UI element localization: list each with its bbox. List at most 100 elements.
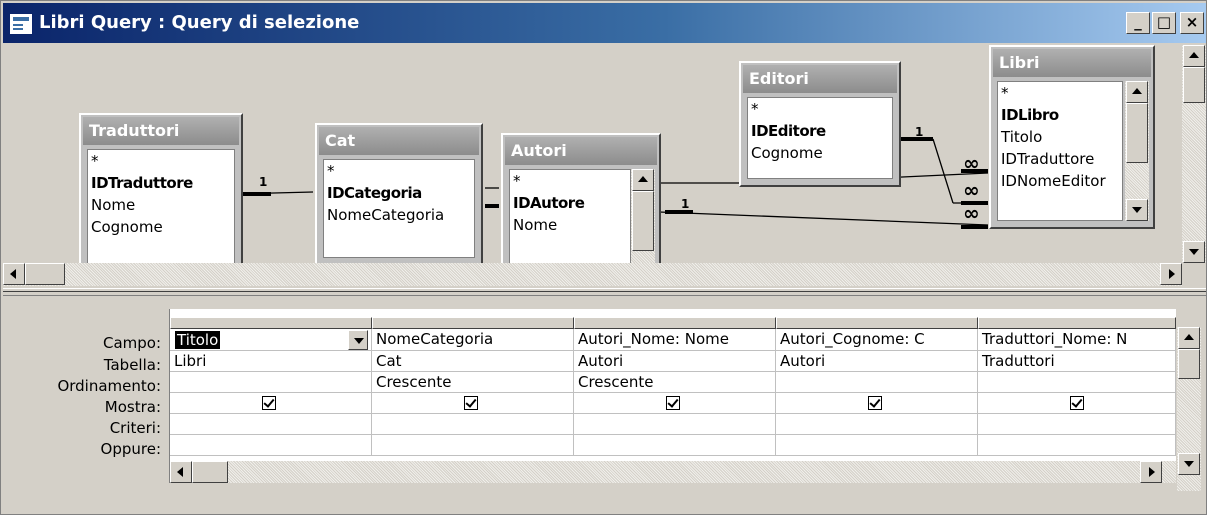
tabella-cell[interactable]: Autori	[776, 351, 978, 372]
criteri-cell[interactable]	[170, 414, 372, 435]
column-selector[interactable]	[978, 317, 1176, 329]
query-design-grid[interactable]: Campo: Tabella: Ordinamento: Mostra: Cri…	[3, 297, 1206, 514]
scroll-left-button[interactable]	[170, 461, 192, 483]
ordinamento-cell[interactable]: Crescente	[372, 372, 574, 393]
show-checkbox[interactable]	[464, 396, 478, 410]
close-button[interactable]: ×	[1180, 12, 1204, 34]
campo-cell[interactable]: Traduttori_Nome: N	[978, 329, 1176, 351]
tabella-cell[interactable]: Cat	[372, 351, 574, 372]
mostra-cell[interactable]	[170, 393, 372, 414]
scroll-thumb[interactable]	[1183, 67, 1205, 103]
scroll-left-button[interactable]	[3, 263, 25, 285]
campo-cell[interactable]: Autori_Cognome: C	[776, 329, 978, 351]
minimize-button[interactable]: _	[1126, 12, 1150, 34]
field-item-key[interactable]: IDLibro	[998, 104, 1122, 126]
column-selector[interactable]	[574, 317, 776, 329]
field-item[interactable]: *	[748, 98, 892, 120]
scroll-up-button[interactable]	[632, 169, 654, 191]
field-item[interactable]: Nome	[510, 214, 630, 236]
campo-dropdown-button[interactable]	[348, 330, 368, 350]
mostra-cell[interactable]	[372, 393, 574, 414]
table-libri[interactable]: Libri * IDLibro Titolo IDTraduttore IDNo…	[989, 45, 1155, 229]
show-checkbox[interactable]	[1070, 396, 1084, 410]
table-title[interactable]: Editori	[743, 65, 897, 93]
criteri-cell[interactable]	[776, 414, 978, 435]
table-autori[interactable]: Autori * IDAutore Nome	[501, 133, 661, 263]
field-list-scrollbar[interactable]	[631, 169, 655, 263]
scroll-down-button[interactable]	[1178, 453, 1200, 475]
campo-cell[interactable]: Titolo	[170, 329, 372, 351]
field-list[interactable]: * IDEditore Cognome	[747, 97, 893, 179]
campo-value-selected[interactable]: Titolo	[175, 331, 221, 349]
criteri-cell[interactable]	[978, 414, 1176, 435]
ordinamento-cell[interactable]	[776, 372, 978, 393]
scroll-right-button[interactable]	[1160, 263, 1182, 285]
oppure-cell[interactable]	[372, 435, 574, 456]
show-checkbox[interactable]	[666, 396, 680, 410]
tabella-cell[interactable]: Autori	[574, 351, 776, 372]
field-item[interactable]: *	[324, 160, 474, 182]
diagram-vertical-scrollbar[interactable]	[1182, 45, 1206, 263]
table-title[interactable]: Traduttori	[83, 117, 239, 145]
scroll-up-button[interactable]	[1178, 327, 1200, 349]
field-item[interactable]: IDTraduttore	[998, 148, 1122, 170]
criteri-cell[interactable]	[574, 414, 776, 435]
field-item[interactable]: Cognome	[88, 216, 234, 238]
column-selector[interactable]	[170, 317, 372, 329]
criteri-cell[interactable]	[372, 414, 574, 435]
pane-splitter[interactable]	[3, 288, 1206, 296]
diagram-horizontal-scrollbar[interactable]	[3, 263, 1182, 286]
table-title[interactable]: Autori	[505, 137, 657, 165]
oppure-cell[interactable]	[978, 435, 1176, 456]
scroll-thumb[interactable]	[25, 263, 65, 285]
scroll-thumb[interactable]	[1178, 349, 1200, 379]
mostra-cell[interactable]	[574, 393, 776, 414]
campo-cell[interactable]: NomeCategoria	[372, 329, 574, 351]
scroll-up-button[interactable]	[1126, 81, 1148, 103]
grid-columns[interactable]: Titolo Libri NomeCategoria Cat Crescente…	[169, 309, 1176, 483]
show-checkbox[interactable]	[262, 396, 276, 410]
scroll-down-button[interactable]	[1183, 241, 1205, 263]
mostra-cell[interactable]	[978, 393, 1176, 414]
ordinamento-cell[interactable]	[978, 372, 1176, 393]
ordinamento-cell[interactable]: Crescente	[574, 372, 776, 393]
grid-vertical-scrollbar[interactable]	[1177, 327, 1201, 491]
field-item[interactable]: Nome	[88, 194, 234, 216]
field-item-key[interactable]: IDAutore	[510, 192, 630, 214]
field-item-key[interactable]: IDTraduttore	[88, 172, 234, 194]
mostra-cell[interactable]	[776, 393, 978, 414]
scroll-down-button[interactable]	[1126, 199, 1148, 221]
field-list[interactable]: * IDCategoria NomeCategoria	[323, 159, 475, 258]
title-bar[interactable]: Libri Query : Query di selezione _ □ ×	[3, 3, 1206, 43]
scroll-right-button[interactable]	[1140, 461, 1162, 483]
field-list[interactable]: * IDAutore Nome	[509, 169, 631, 263]
oppure-cell[interactable]	[776, 435, 978, 456]
scroll-thumb[interactable]	[632, 191, 654, 251]
scroll-up-button[interactable]	[1183, 45, 1205, 67]
campo-cell[interactable]: Autori_Nome: Nome	[574, 329, 776, 351]
oppure-cell[interactable]	[574, 435, 776, 456]
field-item[interactable]: *	[510, 170, 630, 192]
oppure-cell[interactable]	[170, 435, 372, 456]
table-cat[interactable]: Cat * IDCategoria NomeCategoria	[315, 123, 483, 263]
show-checkbox[interactable]	[868, 396, 882, 410]
field-item[interactable]: Cognome	[748, 142, 892, 164]
field-list[interactable]: * IDLibro Titolo IDTraduttore IDNomeEdit…	[997, 81, 1123, 221]
field-list[interactable]: * IDTraduttore Nome Cognome	[87, 149, 235, 263]
grid-horizontal-scrollbar[interactable]	[170, 461, 1176, 483]
scroll-thumb[interactable]	[1126, 103, 1148, 163]
field-list-scrollbar[interactable]	[1125, 81, 1149, 221]
ordinamento-cell[interactable]	[170, 372, 372, 393]
field-item[interactable]: *	[998, 82, 1122, 104]
field-item[interactable]: IDNomeEditor	[998, 170, 1122, 192]
maximize-button[interactable]: □	[1152, 12, 1176, 34]
field-item-key[interactable]: IDEditore	[748, 120, 892, 142]
field-item-key[interactable]: IDCategoria	[324, 182, 474, 204]
table-editori[interactable]: Editori * IDEditore Cognome	[739, 61, 901, 187]
field-item[interactable]: Titolo	[998, 126, 1122, 148]
column-selector[interactable]	[776, 317, 978, 329]
tabella-cell[interactable]: Traduttori	[978, 351, 1176, 372]
column-selector[interactable]	[372, 317, 574, 329]
table-title[interactable]: Libri	[993, 49, 1151, 77]
scroll-thumb[interactable]	[192, 461, 228, 483]
